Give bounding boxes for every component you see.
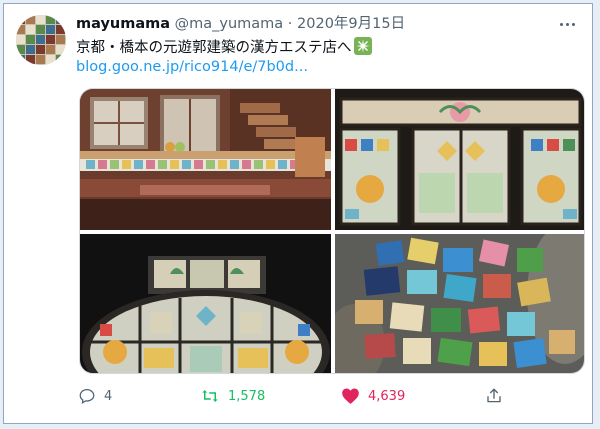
photo-interior-staircase[interactable]	[80, 89, 331, 230]
sparkle-emoji-icon	[353, 37, 372, 55]
retweet-icon	[202, 390, 218, 402]
photo-stained-glass-door[interactable]	[335, 89, 584, 230]
photo-colorful-tiles[interactable]	[335, 234, 584, 373]
timestamp[interactable]: 2020年9月15日	[297, 16, 405, 32]
media-grid	[79, 88, 585, 374]
handle[interactable]: @ma_yumama	[175, 16, 284, 32]
action-bar: 4 1,578 4,639	[66, 384, 516, 408]
display-name[interactable]: mayumama	[76, 16, 170, 32]
retweet-count: 1,578	[228, 388, 266, 404]
like-heart-icon	[342, 388, 359, 404]
avatar[interactable]	[16, 15, 66, 65]
reply-button[interactable]: 4	[78, 384, 112, 408]
tweet-header: mayumama @ma_yumama · 2020年9月15日	[76, 14, 405, 34]
tweet-card[interactable]: mayumama @ma_yumama · 2020年9月15日 京都・橋本の元…	[3, 3, 593, 424]
retweet-button[interactable]: 1,578	[200, 384, 265, 408]
avatar-tile-mosaic	[16, 15, 65, 64]
separator-dot: ·	[287, 16, 293, 32]
share-button[interactable]	[485, 384, 503, 408]
reply-icon	[79, 388, 95, 404]
like-button[interactable]: 4,639	[341, 384, 405, 408]
like-count: 4,639	[368, 388, 406, 404]
tweet-text: 京都・橋本の元遊郭建築の漢方エステ店へ	[76, 37, 372, 58]
tweet-body: 京都・橋本の元遊郭建築の漢方エステ店へ	[76, 40, 352, 56]
photo-arched-stained-glass[interactable]	[80, 234, 331, 373]
reply-count: 4	[104, 388, 113, 404]
more-options-icon[interactable]	[556, 15, 578, 33]
share-icon	[487, 388, 501, 403]
tweet-link[interactable]: blog.goo.ne.jp/rico914/e/7b0d...	[76, 57, 308, 77]
